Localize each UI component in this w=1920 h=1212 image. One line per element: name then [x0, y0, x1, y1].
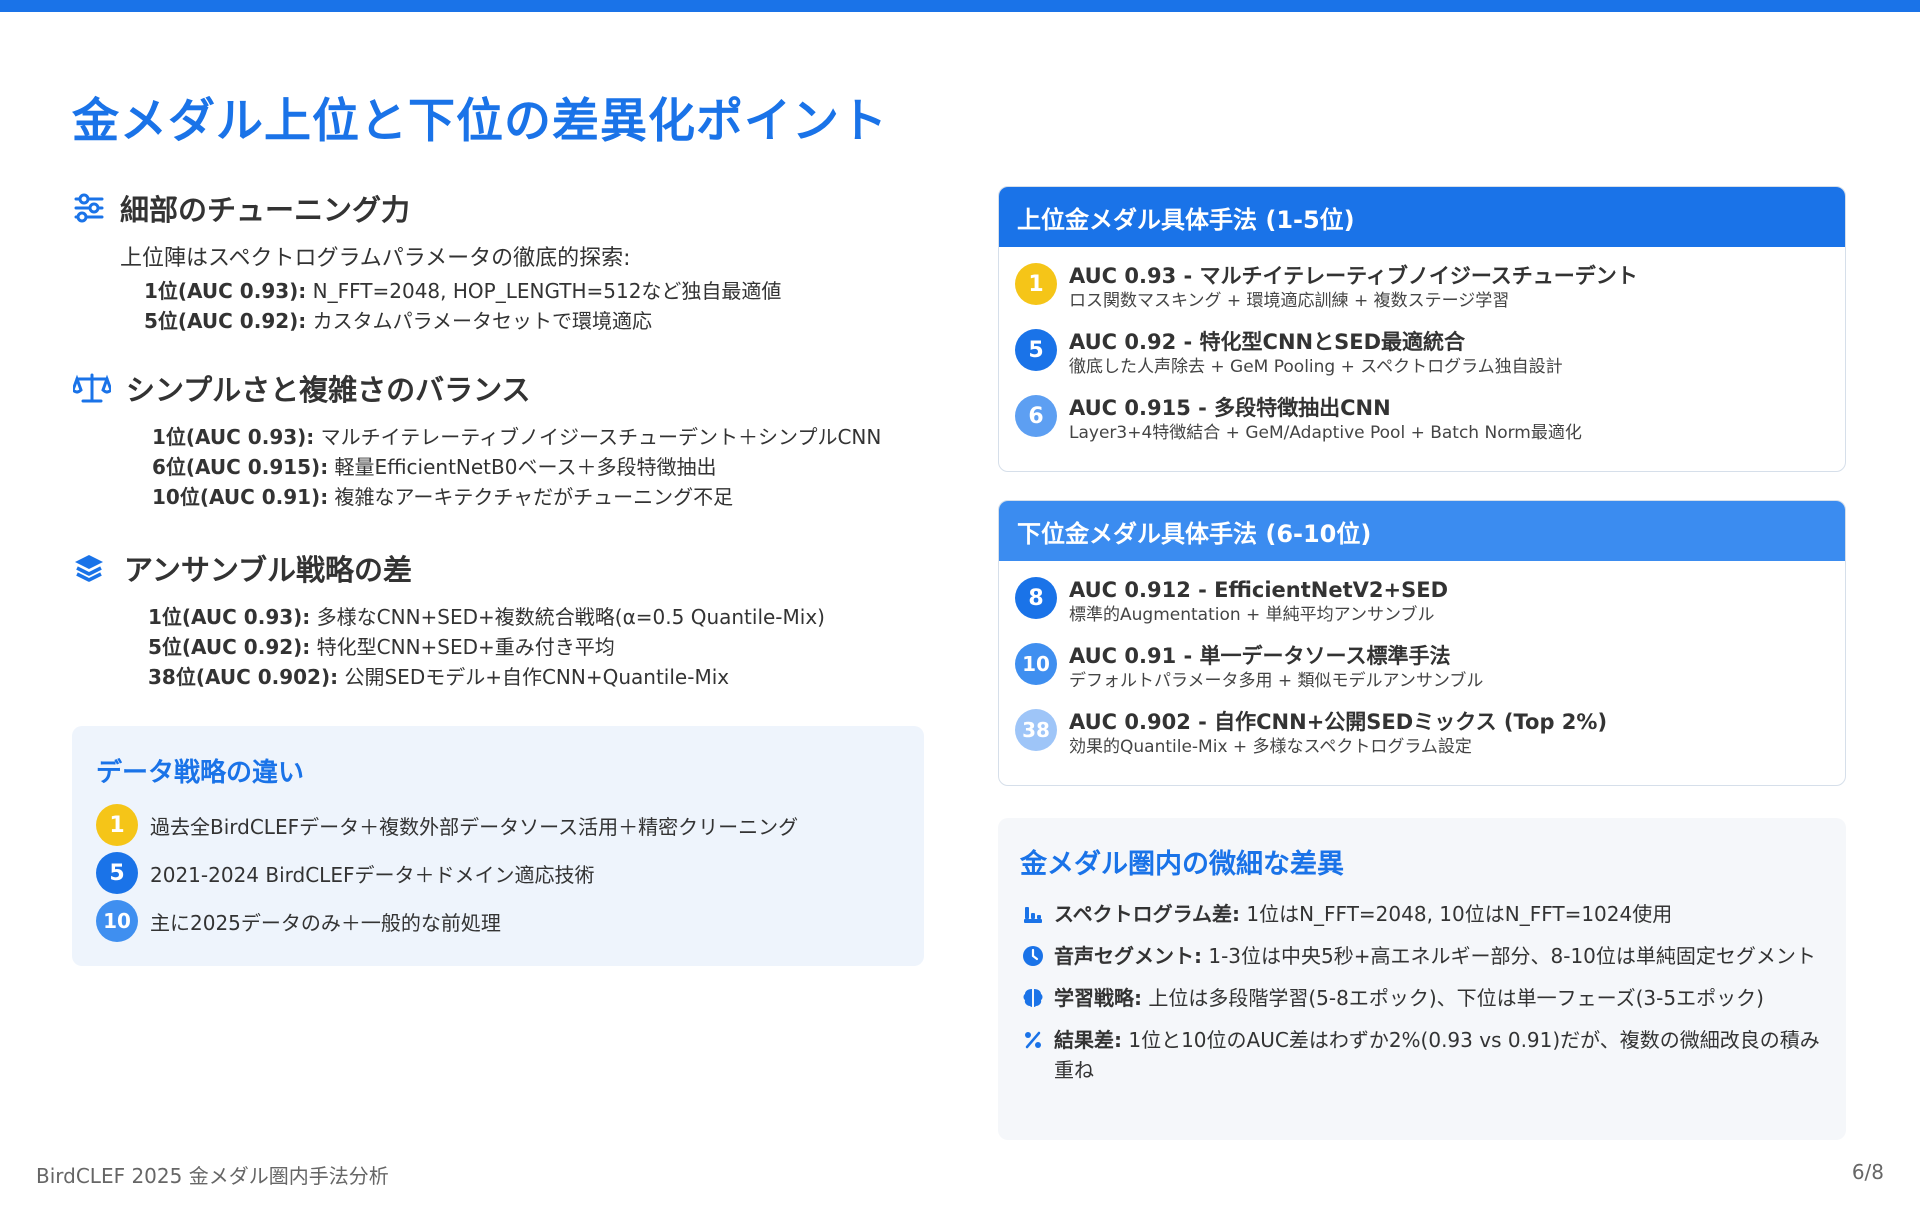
subtle-differences-title: 金メダル圏内の微細な差異: [1020, 849, 1344, 880]
list-item-text: 結果差: 1位と10位のAUC差はわずか2%(0.93 vs 0.91)だが、複…: [1054, 1028, 1820, 1082]
list-item-text: 過去全BirdCLEFデータ＋複数外部データソース活用＋精密クリーニング: [150, 814, 799, 839]
method-title: AUC 0.93 - マルチイテレーティブノイジースチューデント: [1069, 264, 1638, 288]
method-item: 8 AUC 0.912 - EfficientNetV2+SED 標準的Augm…: [1015, 575, 1829, 641]
rank-badge: 8: [1015, 577, 1057, 619]
card-header: 下位金メダル具体手法 (6-10位): [999, 501, 1845, 561]
list-item-text: スペクトログラム差: 1位はN_FFT=2048, 10位はN_FFT=1024…: [1054, 902, 1673, 926]
list-item-text: 主に2025データのみ＋一般的な前処理: [150, 910, 501, 935]
layers-icon: [72, 551, 106, 585]
rank-badge: 5: [1015, 329, 1057, 371]
top-accent-bar: [0, 0, 1920, 12]
method-item: 1 AUC 0.93 - マルチイテレーティブノイジースチューデント ロス関数マ…: [1015, 261, 1829, 327]
data-strategy-title: データ戦略の違い: [96, 758, 305, 788]
method-item: 6 AUC 0.915 - 多段特徴抽出CNN Layer3+4特徴結合 + G…: [1015, 393, 1829, 459]
section-row: 1位(AUC 0.93): マルチイテレーティブノイジースチューデント＋シンプル…: [152, 425, 882, 449]
balance-scale-icon: [72, 371, 112, 405]
method-desc: 標準的Augmentation + 単純平均アンサンブル: [1069, 605, 1435, 625]
section-header: 細部のチューニング力: [72, 186, 781, 230]
section-header: シンプルさと複雑さのバランス: [72, 366, 881, 410]
method-desc: デフォルトパラメータ多用 + 類似モデルアンサンブル: [1069, 671, 1484, 691]
brain-icon: [1020, 985, 1046, 1011]
data-strategy-box: データ戦略の違い 1 過去全BirdCLEFデータ＋複数外部データソース活用＋精…: [72, 726, 924, 966]
method-desc: 徹底した人声除去 + GeM Pooling + スペクトログラム独自設計: [1069, 357, 1563, 377]
waveform-icon: [1020, 901, 1046, 927]
clock-icon: [1020, 943, 1046, 969]
percent-icon: [1020, 1027, 1046, 1053]
list-item: 1 過去全BirdCLEFデータ＋複数外部データソース活用＋精密クリーニング: [96, 801, 900, 849]
bottom-methods-card: 下位金メダル具体手法 (6-10位) 8 AUC 0.912 - Efficie…: [998, 500, 1846, 786]
section-title: アンサンブル戦略の差: [124, 553, 412, 587]
method-desc: Layer3+4特徴結合 + GeM/Adaptive Pool + Batch…: [1069, 423, 1582, 443]
rank-badge: 1: [96, 804, 138, 846]
list-item: 音声セグメント: 1-3位は中央5秒+高エネルギー部分、8-10位は単純固定セグ…: [1020, 941, 1824, 971]
section-balance: シンプルさと複雑さのバランス 1位(AUC 0.93): マルチイテレーティブノ…: [72, 366, 881, 512]
method-title: AUC 0.92 - 特化型CNNとSED最適統合: [1069, 330, 1465, 354]
rank-badge: 10: [96, 900, 138, 942]
method-title: AUC 0.902 - 自作CNN+公開SEDミックス (Top 2%): [1069, 710, 1608, 734]
section-row: 38位(AUC 0.902): 公開SEDモデル+自作CNN+Quantile-…: [148, 665, 730, 689]
section-row: 1位(AUC 0.93): 多様なCNN+SED+複数統合戦略(α=0.5 Qu…: [148, 605, 825, 629]
card-header: 上位金メダル具体手法 (1-5位): [999, 187, 1845, 247]
page-title: 金メダル上位と下位の差異化ポイント: [72, 94, 888, 149]
method-item: 10 AUC 0.91 - 単一データソース標準手法 デフォルトパラメータ多用 …: [1015, 641, 1829, 707]
subtle-differences-box: 金メダル圏内の微細な差異 スペクトログラム差: 1位はN_FFT=2048, 1…: [998, 818, 1846, 1140]
section-row: 5位(AUC 0.92): 特化型CNN+SED+重み付き平均: [148, 635, 615, 659]
method-desc: 効果的Quantile-Mix + 多様なスペクトログラム設定: [1069, 737, 1472, 757]
section-header: アンサンブル戦略の差: [72, 546, 825, 590]
page-number: 6/8: [1851, 1160, 1884, 1184]
section-row: 5位(AUC 0.92): カスタムパラメータセットで環境適応: [144, 309, 653, 333]
method-title: AUC 0.912 - EfficientNetV2+SED: [1069, 578, 1449, 602]
section-row: 1位(AUC 0.93): N_FFT=2048, HOP_LENGTH=512…: [144, 279, 782, 303]
method-title: AUC 0.915 - 多段特徴抽出CNN: [1069, 396, 1391, 420]
section-lead: 上位陣はスペクトログラムパラメータの徹底的探索:: [120, 246, 631, 271]
list-item: 結果差: 1位と10位のAUC差はわずか2%(0.93 vs 0.91)だが、複…: [1020, 1025, 1824, 1085]
top-methods-card: 上位金メダル具体手法 (1-5位) 1 AUC 0.93 - マルチイテレーティ…: [998, 186, 1846, 472]
method-title: AUC 0.91 - 単一データソース標準手法: [1069, 644, 1451, 668]
list-item-text: 音声セグメント: 1-3位は中央5秒+高エネルギー部分、8-10位は単純固定セグ…: [1054, 944, 1816, 968]
section-ensemble: アンサンブル戦略の差 1位(AUC 0.93): 多様なCNN+SED+複数統合…: [72, 546, 825, 692]
method-item: 38 AUC 0.902 - 自作CNN+公開SEDミックス (Top 2%) …: [1015, 707, 1829, 773]
list-item: 10 主に2025データのみ＋一般的な前処理: [96, 897, 900, 945]
section-title: シンプルさと複雑さのバランス: [126, 373, 531, 407]
list-item: 学習戦略: 上位は多段階学習(5-8エポック)、下位は単一フェーズ(3-5エポッ…: [1020, 983, 1824, 1013]
list-item: 5 2021-2024 BirdCLEFデータ＋ドメイン適応技術: [96, 849, 900, 897]
section-row: 10位(AUC 0.91): 複雑なアーキテクチャだがチューニング不足: [152, 485, 734, 509]
list-item-text: 2021-2024 BirdCLEFデータ＋ドメイン適応技術: [150, 862, 595, 887]
rank-badge: 38: [1015, 709, 1057, 751]
rank-badge: 10: [1015, 643, 1057, 685]
rank-badge: 5: [96, 852, 138, 894]
rank-badge: 6: [1015, 395, 1057, 437]
section-title: 細部のチューニング力: [120, 193, 411, 227]
section-row: 6位(AUC 0.915): 軽量EfficientNetB0ベース＋多段特徴抽…: [152, 455, 717, 479]
list-item: スペクトログラム差: 1位はN_FFT=2048, 10位はN_FFT=1024…: [1020, 899, 1824, 929]
sliders-icon: [72, 191, 106, 225]
rank-badge: 1: [1015, 263, 1057, 305]
footer-caption: BirdCLEF 2025 金メダル圏内手法分析: [36, 1164, 389, 1188]
section-fine-tuning: 細部のチューニング力 上位陣はスペクトログラムパラメータの徹底的探索: 1位(A…: [72, 186, 781, 336]
method-item: 5 AUC 0.92 - 特化型CNNとSED最適統合 徹底した人声除去 + G…: [1015, 327, 1829, 393]
method-desc: ロス関数マスキング + 環境適応訓練 + 複数ステージ学習: [1069, 291, 1510, 311]
list-item-text: 学習戦略: 上位は多段階学習(5-8エポック)、下位は単一フェーズ(3-5エポッ…: [1054, 986, 1764, 1010]
